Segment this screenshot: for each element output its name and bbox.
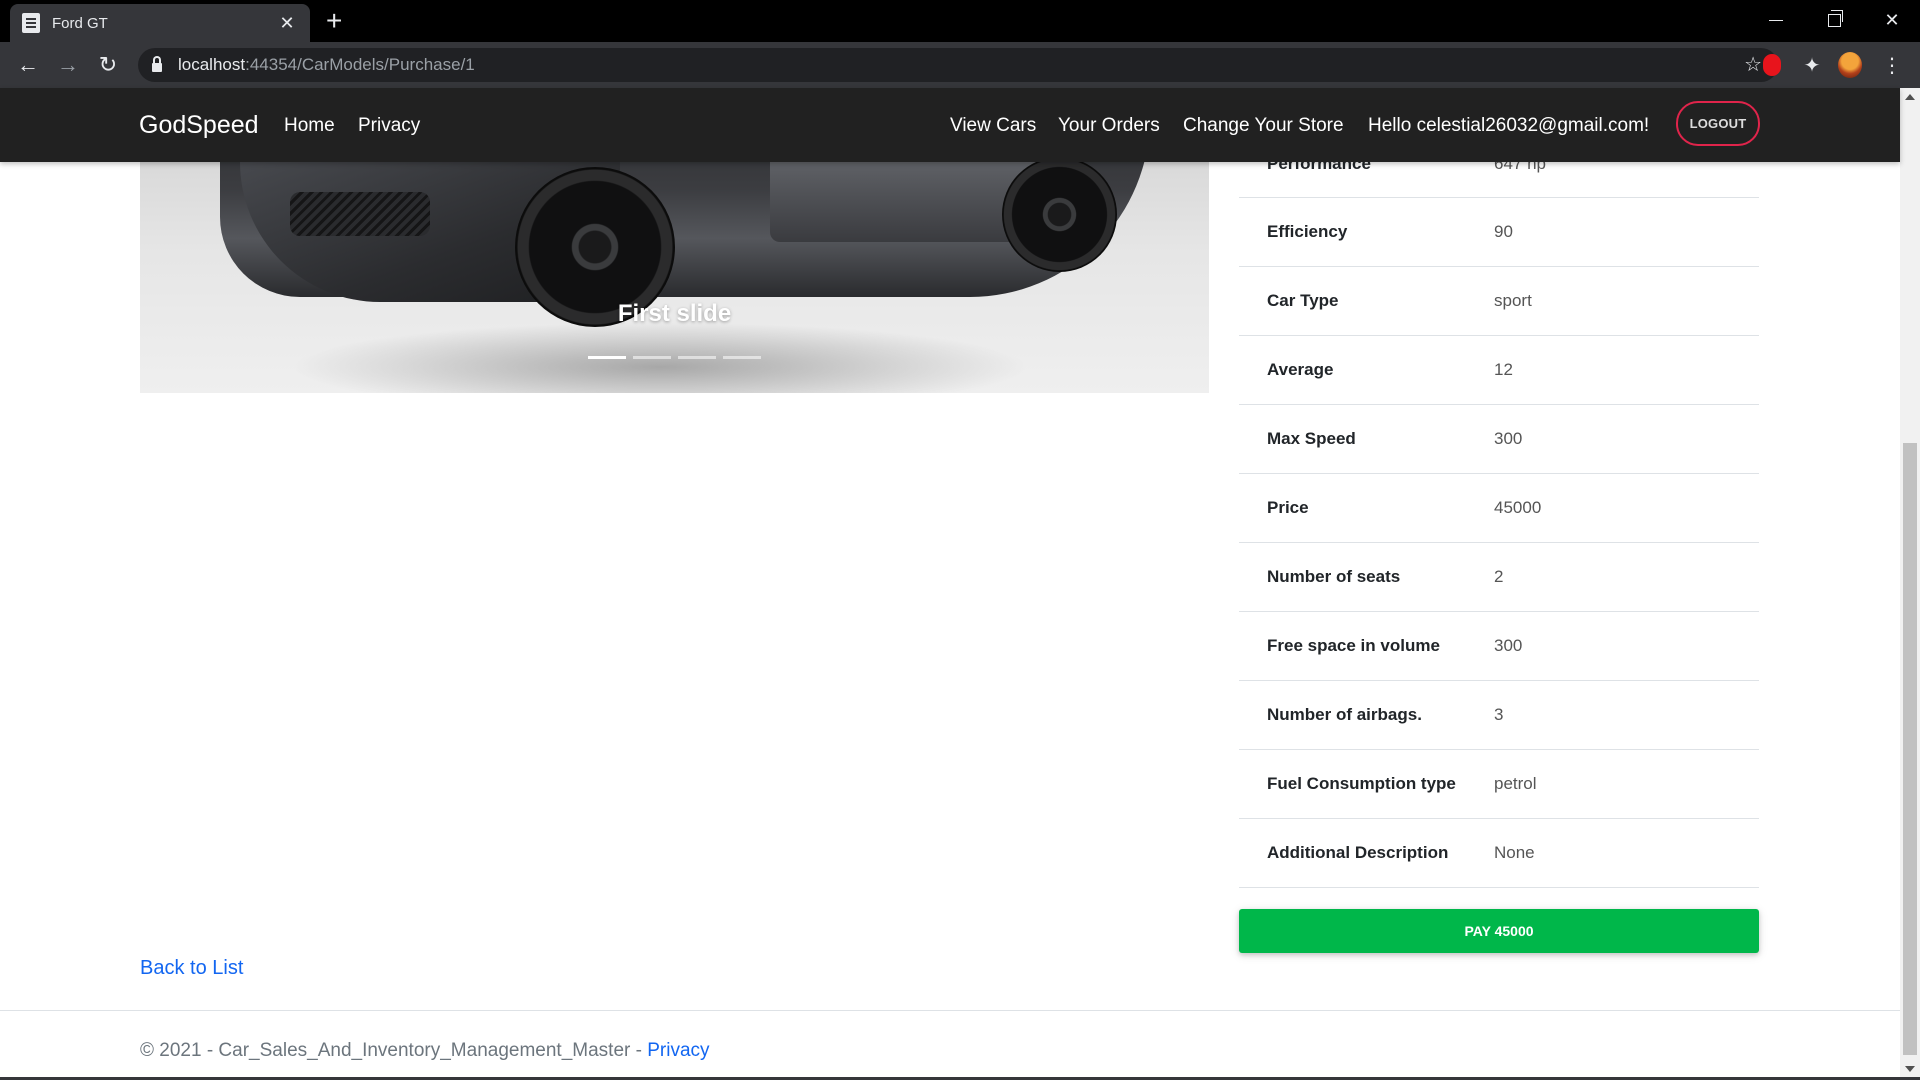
restore-icon[interactable] (1806, 0, 1862, 40)
brand-logo[interactable]: GodSpeed (139, 111, 259, 140)
url-text[interactable]: localhost:44354/CarModels/Purchase/1 (178, 55, 475, 75)
table-row: Max Speed 300 (1239, 405, 1759, 474)
carousel-indicator[interactable] (678, 356, 716, 359)
window-close-icon[interactable]: ✕ (1864, 0, 1920, 40)
footer-copyright: © 2021 - Car_Sales_And_Inventory_Managem… (140, 1040, 648, 1061)
spec-label: Efficiency (1267, 222, 1348, 241)
back-arrow-icon[interactable]: ← (12, 49, 44, 81)
browser-titlebar: Ford GT ✕ + ✕ (0, 0, 1920, 42)
spec-label: Price (1267, 498, 1309, 517)
extension-red-icon[interactable] (1760, 53, 1784, 77)
logout-button[interactable]: LOGOUT (1676, 101, 1760, 146)
close-tab-icon[interactable]: ✕ (276, 13, 298, 34)
carousel-indicators (588, 356, 761, 359)
profile-avatar[interactable] (1838, 52, 1862, 78)
lock-icon[interactable] (152, 56, 162, 72)
back-to-list-link[interactable]: Back to List (140, 957, 243, 980)
table-row: Car Type sport (1239, 267, 1759, 336)
table-row: Efficiency 90 (1239, 198, 1759, 267)
scroll-up-arrow-icon[interactable] (1905, 94, 1915, 100)
table-row: Price 45000 (1239, 474, 1759, 543)
car-image-carousel[interactable]: First slide (140, 162, 1209, 393)
table-row: Average 12 (1239, 336, 1759, 405)
carousel-indicator[interactable] (633, 356, 671, 359)
car-photo-vent (290, 192, 430, 236)
table-row: Number of airbags. 3 (1239, 681, 1759, 750)
forward-arrow-icon[interactable]: → (52, 49, 84, 81)
address-bar[interactable]: localhost:44354/CarModels/Purchase/1 ☆ (138, 48, 1778, 82)
spec-label: Fuel Consumption type (1267, 774, 1456, 793)
spec-label: Average (1267, 360, 1334, 379)
minimize-icon[interactable] (1748, 0, 1804, 40)
spec-label: Number of seats (1267, 567, 1401, 586)
carousel-indicator[interactable] (588, 356, 626, 359)
tab-title: Ford GT (52, 14, 108, 32)
scroll-down-arrow-icon[interactable] (1905, 1066, 1915, 1072)
spec-label: Number of airbags. (1267, 705, 1422, 724)
pay-button[interactable]: PAY 45000 (1239, 909, 1759, 953)
reload-icon[interactable]: ↻ (92, 49, 124, 81)
carousel-indicator[interactable] (723, 356, 761, 359)
spec-value: 300 (1494, 636, 1523, 655)
table-row: Additional Description None (1239, 819, 1759, 888)
spec-value: 2 (1494, 567, 1504, 586)
page-favicon-icon (22, 13, 40, 33)
car-specs-table: Performance 647 hp Efficiency 90 Car Typ… (1239, 130, 1759, 888)
footer-text: © 2021 - Car_Sales_And_Inventory_Managem… (140, 1040, 710, 1062)
spec-label: Max Speed (1267, 429, 1356, 448)
car-rear-wheel (1002, 162, 1117, 272)
page-footer: © 2021 - Car_Sales_And_Inventory_Managem… (0, 1010, 1900, 1080)
table-row: Number of seats 2 (1239, 543, 1759, 612)
spec-value: petrol (1494, 774, 1537, 793)
browser-toolbar: ← → ↻ localhost:44354/CarModels/Purchase… (0, 42, 1920, 88)
footer-privacy-link[interactable]: Privacy (647, 1040, 709, 1061)
nav-home-link[interactable]: Home (284, 115, 335, 137)
nav-privacy-link[interactable]: Privacy (358, 115, 420, 137)
spec-value: None (1494, 843, 1535, 862)
slide-caption: First slide (617, 300, 732, 327)
table-row: Free space in volume 300 (1239, 612, 1759, 681)
nav-your-orders-link[interactable]: Your Orders (1058, 115, 1160, 137)
user-greeting[interactable]: Hello celestial26032@gmail.com! (1368, 115, 1649, 137)
plus-icon[interactable]: + (326, 6, 342, 36)
table-row: Fuel Consumption type petrol (1239, 750, 1759, 819)
scrollbar-thumb[interactable] (1903, 443, 1917, 1055)
extensions-puzzle-icon[interactable]: ✦ (1800, 53, 1824, 77)
spec-value: 45000 (1494, 498, 1542, 517)
site-navbar: GodSpeed Home Privacy View Cars Your Ord… (0, 88, 1900, 162)
spec-value: 3 (1494, 705, 1504, 724)
browser-tab[interactable]: Ford GT ✕ (10, 4, 310, 42)
spec-value: 300 (1494, 429, 1523, 448)
spec-label: Additional Description (1267, 843, 1449, 862)
nav-view-cars-link[interactable]: View Cars (950, 115, 1036, 137)
spec-value: 12 (1494, 360, 1513, 379)
kebab-menu-icon[interactable]: ⋮ (1880, 53, 1904, 77)
spec-value: sport (1494, 291, 1532, 310)
page-scrollbar[interactable] (1900, 88, 1920, 1080)
nav-change-store-link[interactable]: Change Your Store (1183, 115, 1344, 137)
spec-label: Free space in volume (1267, 636, 1440, 655)
spec-value: 90 (1494, 222, 1513, 241)
spec-label: Car Type (1267, 291, 1339, 310)
